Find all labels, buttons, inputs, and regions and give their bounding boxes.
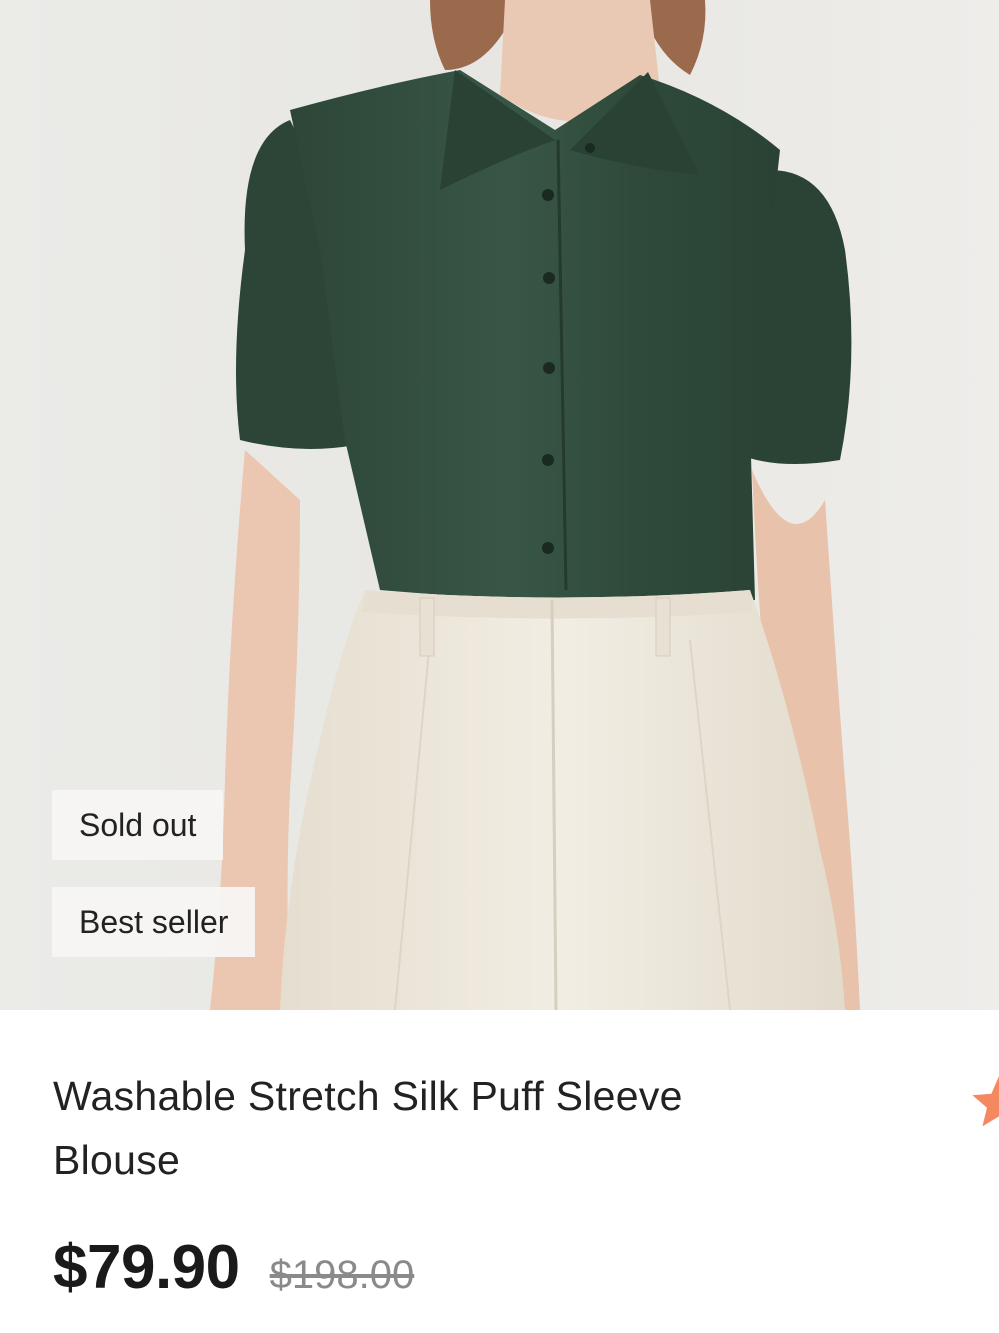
product-title[interactable]: Washable Stretch Silk Puff Sleeve Blouse	[53, 1064, 773, 1192]
sale-price: $79.90	[53, 1233, 240, 1302]
product-card[interactable]: Sold out Best seller Washable Stretch Si…	[0, 0, 999, 1333]
product-image[interactable]: Sold out Best seller	[0, 0, 999, 1010]
sold-out-badge: Sold out	[52, 790, 224, 860]
original-price: $198.00	[269, 1253, 415, 1297]
star-icon	[972, 1076, 999, 1127]
best-seller-badge: Best seller	[52, 887, 256, 957]
product-info: Washable Stretch Silk Puff Sleeve Blouse…	[0, 1010, 999, 1333]
price-block: $79.90 $198.00	[53, 1232, 414, 1302]
